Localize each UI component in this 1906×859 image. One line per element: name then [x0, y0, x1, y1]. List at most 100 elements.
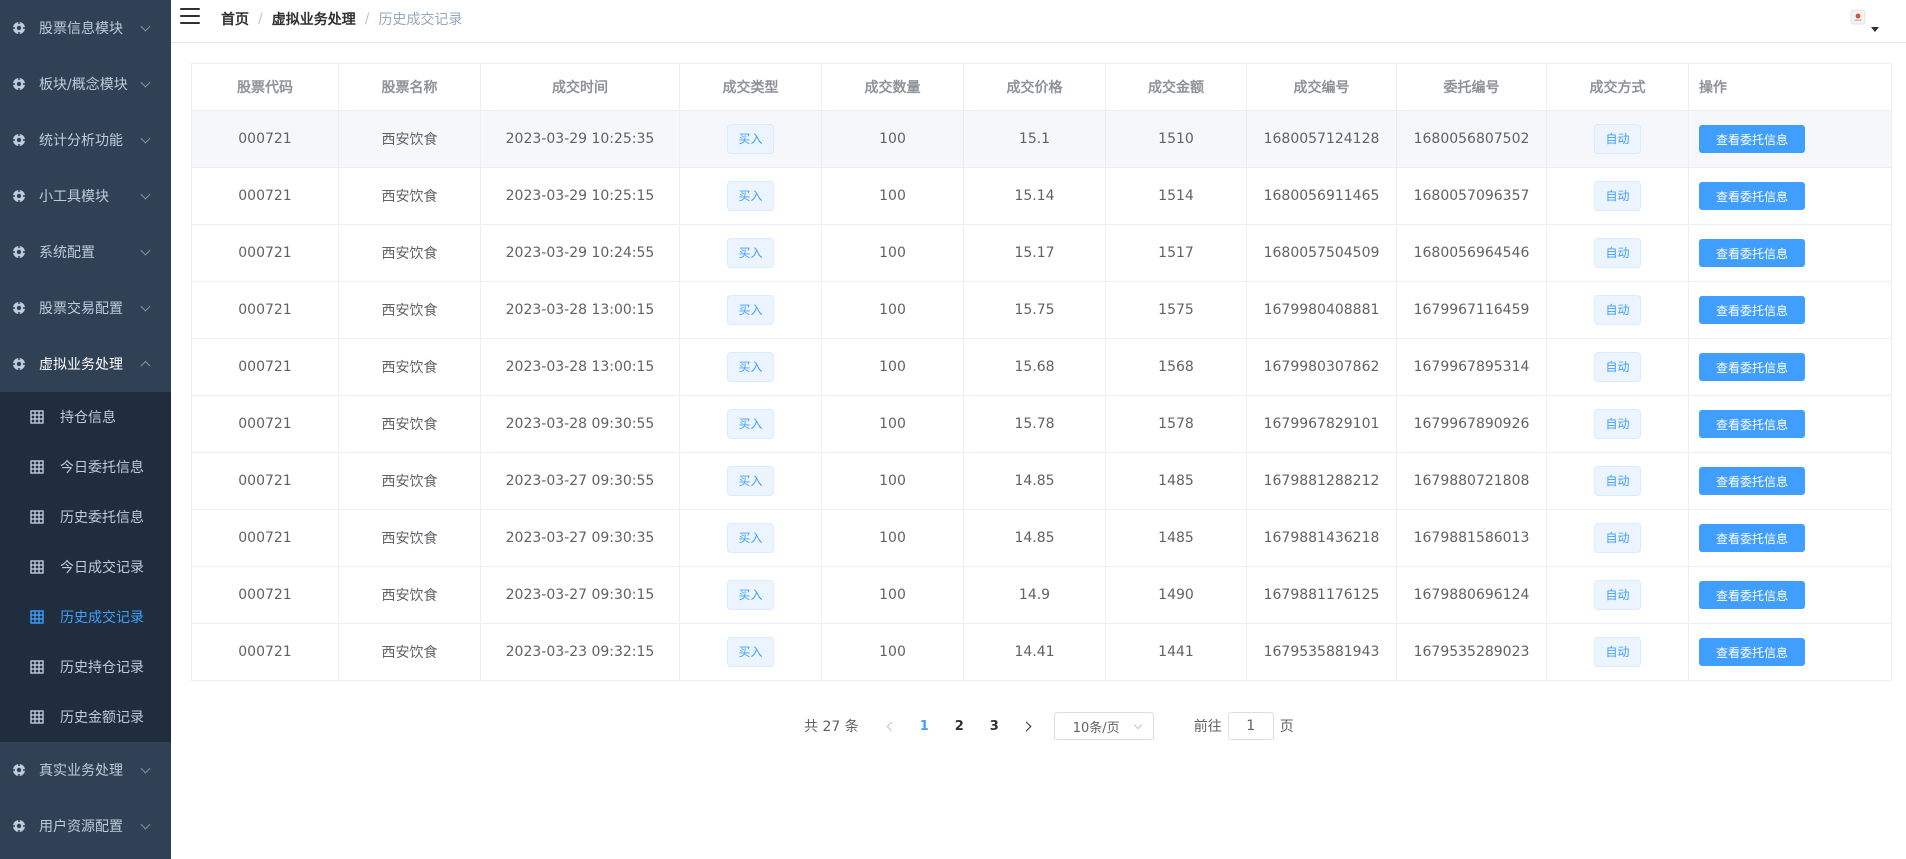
deal-mode-cell: 自动	[1546, 281, 1689, 339]
column-header: 股票名称	[338, 63, 481, 111]
cell-deal-no: 1679881288212	[1246, 452, 1397, 510]
deal-mode-tag: 自动	[1594, 409, 1641, 439]
cell-deal-no: 1679881176125	[1246, 566, 1397, 624]
sidebar-menu-top_items-6[interactable]: 虚拟业务处理	[0, 336, 171, 392]
sidebar-subitem-0[interactable]: 持仓信息	[0, 392, 171, 442]
cell-time: 2023-03-27 09:30:15	[480, 566, 680, 624]
deal-mode-cell: 自动	[1546, 224, 1689, 282]
view-order-button[interactable]: 查看委托信息	[1699, 296, 1806, 324]
table-row: 000721 西安饮食 2023-03-28 13:00:15 买入 100 15.68 1…	[191, 338, 1892, 396]
cell-qty: 100	[821, 167, 964, 225]
sidebar-subitem-3[interactable]: 今日成交记录	[0, 542, 171, 592]
column-header: 成交方式	[1546, 63, 1689, 111]
deal-type-cell: 买入	[679, 395, 822, 453]
table-grid-icon	[30, 710, 44, 724]
page-size-select[interactable]: 10条/页	[1053, 712, 1154, 740]
sidebar-menu-bottom_items-0[interactable]: 真实业务处理	[0, 742, 171, 798]
cell-time: 2023-03-28 13:00:15	[480, 281, 680, 339]
sidebar-subitem-4[interactable]: 历史成交记录	[0, 592, 171, 642]
deal-type-cell: 买入	[679, 338, 822, 396]
breadcrumb-home[interactable]: 首页	[221, 9, 249, 29]
deal-type-tag: 买入	[727, 295, 774, 325]
cell-qty: 100	[821, 395, 964, 453]
sidebar-subitem-6[interactable]: 历史金额记录	[0, 692, 171, 742]
cell-name: 西安饮食	[338, 623, 481, 681]
table-row: 000721 西安饮食 2023-03-27 09:30:35 买入 100 14.85 1…	[191, 509, 1892, 567]
action-cell: 查看委托信息	[1688, 167, 1892, 225]
deal-type-cell: 买入	[679, 224, 822, 282]
view-order-button[interactable]: 查看委托信息	[1699, 410, 1806, 438]
cell-code: 000721	[191, 281, 339, 339]
prev-page-button[interactable]	[877, 712, 907, 740]
sidebar-menu-top_items-2[interactable]: 统计分析功能	[0, 112, 171, 168]
view-order-button[interactable]: 查看委托信息	[1699, 467, 1806, 495]
cell-order-no: 1680057096357	[1396, 167, 1547, 225]
view-order-button[interactable]: 查看委托信息	[1699, 638, 1806, 666]
deal-type-tag: 买入	[727, 238, 774, 268]
cell-amount: 1485	[1105, 509, 1247, 567]
chevron-down-icon	[140, 819, 151, 830]
table-grid-icon	[30, 460, 44, 474]
cell-order-no: 1679535289023	[1396, 623, 1547, 681]
page-number-3[interactable]: 3	[977, 712, 1012, 740]
sidebar-menu-label: 真实业务处理	[39, 763, 123, 779]
page-number-2[interactable]: 2	[942, 712, 977, 740]
sidebar-menu-label: 系统配置	[39, 245, 95, 261]
sidebar-menu-bottom_items-1[interactable]: 用户资源配置	[0, 798, 171, 854]
cell-amount: 1578	[1105, 395, 1247, 453]
view-order-button[interactable]: 查看委托信息	[1699, 239, 1806, 267]
view-order-button[interactable]: 查看委托信息	[1699, 581, 1806, 609]
view-order-button[interactable]: 查看委托信息	[1699, 524, 1806, 552]
sidebar-menu-top_items-3[interactable]: 小工具模块	[0, 168, 171, 224]
cell-deal-no: 1680057124128	[1246, 110, 1397, 168]
deal-type-cell: 买入	[679, 509, 822, 567]
cell-deal-no: 1679881436218	[1246, 509, 1397, 567]
sidebar-subitem-1[interactable]: 今日委托信息	[0, 442, 171, 492]
menu-circle-icon	[12, 77, 26, 91]
chevron-down-icon	[1133, 720, 1142, 730]
column-header: 操作	[1688, 63, 1892, 111]
goto-suffix: 页	[1279, 719, 1294, 735]
cell-price: 15.14	[963, 167, 1106, 225]
sidebar-subitem-5[interactable]: 历史持仓记录	[0, 642, 171, 692]
sidebar-menu-top_items-0[interactable]: 股票信息模块	[0, 0, 171, 56]
cell-qty: 100	[821, 338, 964, 396]
deal-type-cell: 买入	[679, 566, 822, 624]
deal-type-tag: 买入	[727, 352, 774, 382]
cell-code: 000721	[191, 110, 339, 168]
cell-name: 西安饮食	[338, 395, 481, 453]
deal-mode-tag: 自动	[1594, 295, 1641, 325]
next-page-button[interactable]	[1012, 712, 1042, 740]
cell-price: 15.78	[963, 395, 1106, 453]
sidebar-menu-top_items-5[interactable]: 股票交易配置	[0, 280, 171, 336]
sidebar-menu-top_items-1[interactable]: 板块/概念模块	[0, 56, 171, 112]
deal-type-tag: 买入	[727, 466, 774, 496]
sidebar-menu-label: 股票交易配置	[39, 301, 123, 317]
sidebar-menu-top_items-4[interactable]: 系统配置	[0, 224, 171, 280]
deal-type-cell: 买入	[679, 623, 822, 681]
goto-page-input[interactable]	[1227, 712, 1274, 740]
sidebar-subitem-2[interactable]: 历史委托信息	[0, 492, 171, 542]
menu-circle-icon	[12, 357, 26, 371]
view-order-button[interactable]: 查看委托信息	[1699, 182, 1806, 210]
sidebar-menu-label: 股票信息模块	[39, 21, 123, 37]
view-order-button[interactable]: 查看委托信息	[1699, 353, 1806, 381]
action-cell: 查看委托信息	[1688, 509, 1892, 567]
deal-type-tag: 买入	[727, 637, 774, 667]
view-order-button[interactable]: 查看委托信息	[1699, 125, 1806, 153]
deal-type-cell: 买入	[679, 452, 822, 510]
action-cell: 查看委托信息	[1688, 281, 1892, 339]
breadcrumb-virtual-business[interactable]: 虚拟业务处理	[272, 9, 356, 29]
action-cell: 查看委托信息	[1688, 338, 1892, 396]
cell-name: 西安饮食	[338, 509, 481, 567]
menu-circle-icon	[12, 189, 26, 203]
chevron-down-icon	[140, 133, 151, 144]
avatar-dropdown-caret-icon[interactable]	[1871, 27, 1879, 32]
hamburger-menu-icon[interactable]	[180, 8, 200, 25]
deal-mode-tag: 自动	[1594, 637, 1641, 667]
menu-circle-icon	[12, 245, 26, 259]
cell-qty: 100	[821, 452, 964, 510]
page-number-1[interactable]: 1	[907, 712, 942, 740]
avatar[interactable]	[1850, 9, 1866, 25]
chevron-down-icon	[140, 245, 151, 256]
